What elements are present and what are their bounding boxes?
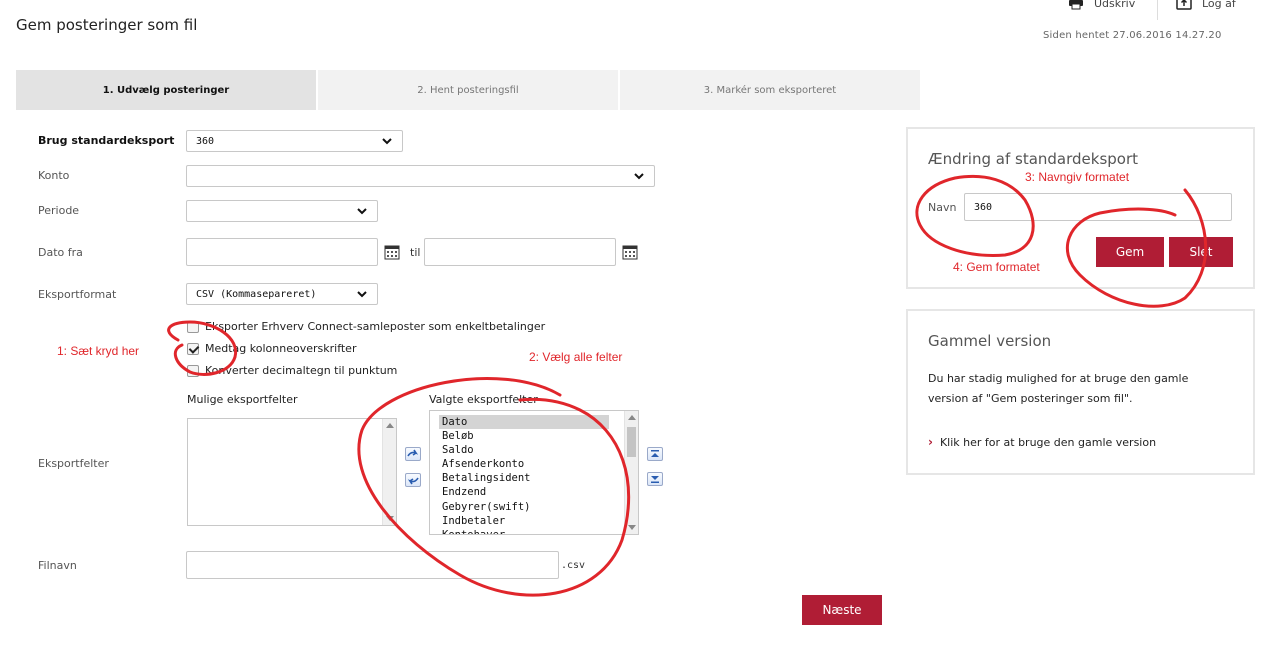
change-export-title: Ændring af standardeksport bbox=[928, 150, 1139, 168]
checkbox-collective-entries[interactable]: Eksporter Erhverv Connect-samleposter so… bbox=[187, 320, 545, 333]
old-version-text: Du har stadig mulighed for at bruge den … bbox=[928, 372, 1189, 405]
tab-step-3[interactable]: 3. Markér som eksporteret bbox=[620, 70, 920, 110]
print-button[interactable]: Udskriv bbox=[1068, 0, 1135, 10]
list-item[interactable]: Gebyrer(swift) bbox=[439, 500, 609, 514]
list-item[interactable]: Betalingsident bbox=[439, 471, 609, 485]
printer-icon bbox=[1069, 0, 1083, 10]
possible-fields-label: Mulige eksportfelter bbox=[187, 393, 298, 406]
list-item[interactable]: Kontohaver bbox=[439, 528, 609, 534]
add-field-button[interactable] bbox=[405, 447, 421, 461]
annotation-note-4: 4: Gem formatet bbox=[953, 260, 1040, 274]
checkbox-label: Konverter decimaltegn til punktum bbox=[205, 364, 398, 377]
fetched-timestamp: Siden hentet 27.06.2016 14.27.20 bbox=[1043, 30, 1222, 41]
delete-button[interactable]: Slet bbox=[1169, 237, 1233, 267]
export-format-label: Eksportformat bbox=[38, 288, 117, 301]
period-label: Periode bbox=[38, 204, 80, 217]
calendar-icon[interactable] bbox=[622, 244, 638, 260]
chevron-down-icon bbox=[357, 208, 367, 215]
account-label: Konto bbox=[38, 169, 70, 182]
list-item[interactable]: Afsenderkonto bbox=[439, 457, 609, 471]
logout-label: Log af bbox=[1202, 0, 1236, 10]
list-item[interactable]: Beløb bbox=[439, 429, 609, 443]
export-format-value: CSV (Kommasepareret) bbox=[196, 288, 317, 300]
standard-export-value: 360 bbox=[196, 135, 215, 147]
old-version-link[interactable]: › Klik her for at bruge den gamle versio… bbox=[928, 435, 1156, 449]
selected-fields-list[interactable]: Dato Beløb Saldo Afsenderkonto Betalingsiden… bbox=[429, 410, 639, 535]
scrollbar[interactable] bbox=[382, 419, 396, 525]
arrow-right-icon bbox=[407, 449, 419, 457]
account-select[interactable] bbox=[186, 165, 655, 187]
chevron-down-icon bbox=[357, 291, 367, 298]
list-item[interactable]: Saldo bbox=[439, 443, 609, 457]
list-item[interactable]: Endzend bbox=[439, 485, 609, 499]
header-divider bbox=[1157, 0, 1158, 20]
filename-label: Filnavn bbox=[38, 559, 77, 572]
tab-step-1[interactable]: 1. Udvælg posteringer bbox=[16, 70, 316, 110]
logout-button[interactable]: Log af bbox=[1176, 0, 1236, 10]
move-down-button[interactable] bbox=[647, 472, 663, 486]
annotation-note-2: 2: Vælg alle felter bbox=[529, 350, 623, 364]
old-version-title: Gammel version bbox=[928, 332, 1052, 350]
move-up-button[interactable] bbox=[647, 447, 663, 461]
checkbox-include-headers[interactable]: Medtag kolonneoverskrifter bbox=[187, 342, 356, 355]
logout-icon bbox=[1176, 0, 1192, 10]
tab-step-2[interactable]: 2. Hent posteringsfil bbox=[318, 70, 618, 110]
checkbox[interactable] bbox=[187, 320, 199, 333]
standard-export-select[interactable]: 360 bbox=[186, 130, 403, 152]
name-value: 360 bbox=[974, 201, 993, 213]
annotation-note-1: 1: Sæt kryd her bbox=[57, 344, 140, 358]
date-to-input[interactable] bbox=[424, 238, 616, 266]
print-label: Udskriv bbox=[1094, 0, 1136, 10]
export-fields-label: Eksportfelter bbox=[38, 457, 109, 470]
list-item[interactable]: Indbetaler bbox=[439, 514, 609, 528]
checkbox[interactable] bbox=[187, 342, 199, 355]
scrollbar[interactable] bbox=[624, 411, 638, 534]
filename-input[interactable] bbox=[186, 551, 559, 579]
step-tabs: 1. Udvælg posteringer 2. Hent posterings… bbox=[16, 70, 920, 110]
old-version-link-label: Klik her for at bruge den gamle version bbox=[939, 435, 1157, 449]
selected-fields-options: Dato Beløb Saldo Afsenderkonto Betalingsiden… bbox=[430, 411, 638, 534]
chevron-down-icon bbox=[634, 173, 644, 180]
period-select[interactable] bbox=[186, 200, 378, 222]
arrow-up-icon bbox=[651, 450, 659, 457]
name-input[interactable]: 360 bbox=[964, 193, 1232, 221]
list-item[interactable]: Dato bbox=[439, 415, 609, 430]
selected-fields-label: Valgte eksportfelter bbox=[429, 393, 538, 406]
possible-fields-list[interactable] bbox=[187, 418, 397, 526]
standard-export-label: Brug standardeksport bbox=[38, 134, 175, 147]
checkbox-decimal-point[interactable]: Konverter decimaltegn til punktum bbox=[187, 364, 397, 377]
save-button[interactable]: Gem bbox=[1096, 237, 1164, 267]
date-to-label: til bbox=[410, 246, 421, 259]
checkbox[interactable] bbox=[187, 364, 199, 377]
name-label: Navn bbox=[928, 201, 957, 214]
calendar-icon[interactable] bbox=[384, 244, 400, 260]
checkbox-label: Medtag kolonneoverskrifter bbox=[205, 342, 357, 355]
checkbox-label: Eksporter Erhverv Connect-samleposter so… bbox=[205, 320, 546, 333]
arrow-left-icon bbox=[407, 477, 419, 485]
arrow-down-icon bbox=[651, 476, 659, 483]
export-format-select[interactable]: CSV (Kommasepareret) bbox=[186, 283, 378, 305]
annotation-note-3: 3: Navngiv formatet bbox=[1025, 170, 1130, 184]
chevron-down-icon bbox=[382, 138, 392, 145]
chevron-right-icon: › bbox=[928, 435, 933, 449]
next-button[interactable]: Næste bbox=[802, 595, 882, 625]
date-from-label: Dato fra bbox=[38, 246, 83, 259]
date-from-input[interactable] bbox=[186, 238, 378, 266]
filename-extension: .csv bbox=[561, 560, 586, 571]
remove-field-button[interactable] bbox=[405, 473, 421, 487]
page-title: Gem posteringer som fil bbox=[16, 16, 198, 34]
